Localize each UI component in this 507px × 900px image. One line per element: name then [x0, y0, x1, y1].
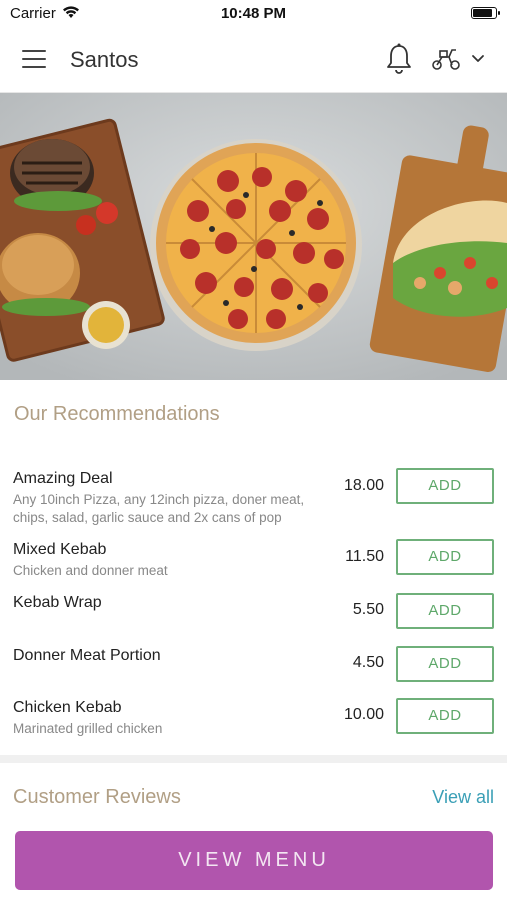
- page-title: Santos: [70, 47, 139, 72]
- food-illustration: [0, 93, 507, 380]
- chevron-down-icon[interactable]: [470, 50, 486, 66]
- item-description: Any 10inch Pizza, any 12inch pizza, done…: [13, 492, 305, 525]
- battery-icon: [471, 7, 500, 19]
- bell-icon[interactable]: [384, 42, 414, 76]
- add-button[interactable]: ADD: [396, 698, 494, 734]
- delivery-scooter-icon[interactable]: [430, 46, 462, 72]
- hero-food-image: [0, 93, 507, 380]
- item-description: Marinated grilled chicken: [13, 721, 163, 736]
- item-name: Amazing Deal: [13, 470, 113, 487]
- item-price: 11.50: [345, 548, 384, 565]
- app-header: Santos: [0, 28, 507, 93]
- view-all-link[interactable]: View all: [432, 787, 494, 808]
- section-divider: [0, 755, 507, 763]
- item-price: 10.00: [343, 706, 384, 723]
- item-name: Chicken Kebab: [13, 699, 122, 716]
- hamburger-menu-icon[interactable]: [22, 50, 48, 70]
- add-button[interactable]: ADD: [396, 468, 494, 504]
- item-price: 5.50: [352, 601, 384, 618]
- status-bar: Carrier 10:48 PM: [0, 0, 507, 28]
- item-name: Donner Meat Portion: [13, 647, 161, 664]
- item-price: 18.00: [343, 477, 384, 494]
- item-price: 4.50: [352, 654, 384, 671]
- add-button[interactable]: ADD: [396, 539, 494, 575]
- item-description: Chicken and donner meat: [13, 563, 168, 578]
- clock: 10:48 PM: [220, 5, 287, 22]
- item-name: Kebab Wrap: [13, 594, 102, 611]
- view-menu-button[interactable]: VIEW MENU: [15, 831, 493, 890]
- add-button[interactable]: ADD: [396, 646, 494, 682]
- add-button[interactable]: ADD: [396, 593, 494, 629]
- item-name: Mixed Kebab: [13, 541, 107, 558]
- recommendations-heading: Our Recommendations: [14, 403, 220, 425]
- reviews-heading: Customer Reviews: [13, 786, 181, 808]
